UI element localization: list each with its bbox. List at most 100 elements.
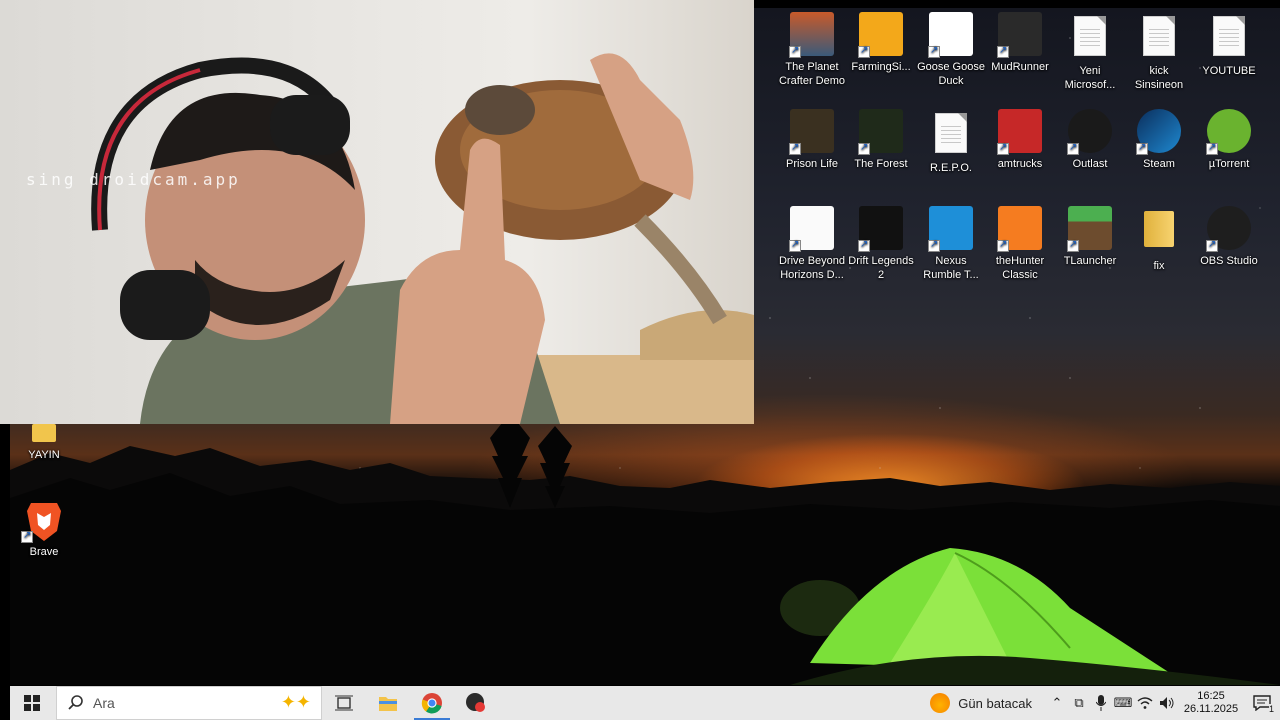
meet-now-icon[interactable]: ⧉ [1068, 686, 1090, 720]
desktop-icon-label: fix [1153, 260, 1165, 272]
desktop-icon-steam[interactable]: Steam [1125, 109, 1193, 171]
desktop-icon-label: Goose Goose Duck [917, 61, 985, 87]
desktop-icon-label: FarmingSi... [851, 61, 911, 73]
desktop-icon-drive-beyond-horizons-d[interactable]: Drive Beyond Horizons D... [778, 206, 846, 282]
folder-icon [1136, 211, 1182, 257]
chrome-button[interactable] [410, 686, 454, 720]
desktop-icon-µtorrent[interactable]: µTorrent [1195, 109, 1263, 171]
desktop-icon-label: Yeni Microsof... [1064, 65, 1116, 91]
shortcut-arrow-icon [1206, 238, 1218, 252]
document-icon [1067, 16, 1113, 62]
file-explorer-icon [379, 697, 397, 711]
truck-icon [997, 109, 1043, 155]
sunset-weather-icon [930, 693, 951, 713]
notification-count-badge: 1 [1268, 704, 1274, 714]
desktop-icon-yeni-microsof[interactable]: Yeni Microsof... [1056, 12, 1124, 92]
folder-icon [21, 424, 67, 446]
shortcut-arrow-icon [789, 141, 801, 155]
shortcut-arrow-icon [21, 529, 33, 543]
desktop-icon-label: µTorrent [1208, 158, 1250, 170]
tlauncher-icon [1067, 206, 1113, 252]
clock-date: 26.11.2025 [1183, 703, 1239, 715]
task-view-icon [335, 695, 353, 711]
windows-logo-icon [24, 695, 40, 711]
shortcut-arrow-icon [858, 44, 870, 58]
desktop-icon-mudrunner[interactable]: MudRunner [986, 12, 1054, 74]
start-button[interactable] [10, 686, 54, 720]
desktop-icon-label: Nexus Rumble T... [923, 255, 979, 281]
desktop-icon-label: The Forest [854, 158, 908, 170]
document-icon [928, 113, 974, 159]
desktop-icon-r-e-p-o[interactable]: R.E.P.O. [917, 109, 985, 175]
system-tray: Gün batacak ⌃ ⧉ ⌨ 16:25 26.11.2025 1 [930, 686, 1280, 720]
desktop-icon-label: Drive Beyond Horizons D... [778, 255, 846, 281]
search-placeholder: Ara [93, 695, 115, 711]
desktop-icon-tlauncher[interactable]: TLauncher [1056, 206, 1124, 268]
desktop-icon-label: theHunter Classic [995, 255, 1045, 281]
file-explorer-button[interactable] [366, 686, 410, 720]
shortcut-arrow-icon [997, 44, 1009, 58]
task-view-button[interactable] [322, 686, 366, 720]
desktop-icon-label: Drift Legends 2 [848, 255, 914, 281]
desktop-icon-nexus-rumble-t[interactable]: Nexus Rumble T... [917, 206, 985, 282]
document-icon [1136, 16, 1182, 62]
outlast-icon [1067, 109, 1113, 155]
desktop-icon-prison-life[interactable]: Prison Life [778, 109, 846, 171]
input-method-icon[interactable]: ⌨ [1112, 686, 1134, 720]
brave-icon [21, 497, 67, 543]
desktop-icon-the-forest[interactable]: The Forest [847, 109, 915, 171]
shortcut-arrow-icon [928, 44, 940, 58]
droidcam-watermark: sing droidcam.app [26, 170, 241, 189]
desktop-icon-outlast[interactable]: Outlast [1056, 109, 1124, 171]
microphone-icon[interactable] [1090, 686, 1112, 720]
desktop-icon-label: MudRunner [991, 61, 1049, 73]
weather-widget[interactable]: Gün batacak [930, 693, 1032, 713]
chevron-up-icon[interactable]: ⌃ [1046, 686, 1068, 720]
planet-crafter-icon [789, 12, 835, 58]
desktop-icon-the-planet-crafter-demo[interactable]: The Planet Crafter Demo [778, 12, 846, 88]
taskbar: Ara ✦✦ Gün batacak ⌃ ⧉ ⌨ 16:25 26.11.202… [10, 686, 1280, 720]
desktop-icon-farmingsi[interactable]: FarmingSi... [847, 12, 915, 74]
wifi-icon[interactable] [1134, 686, 1156, 720]
desktop-icon-label: The Planet Crafter Demo [778, 61, 846, 87]
desktop-icon-amtrucks[interactable]: amtrucks [986, 109, 1054, 171]
shortcut-arrow-icon [1067, 238, 1079, 252]
notification-center-button[interactable]: 1 [1244, 686, 1280, 720]
desktop-icon-kick-sinsineon[interactable]: kick Sinsineon [1125, 12, 1193, 92]
shortcut-arrow-icon [1136, 141, 1148, 155]
drift-legends-icon [858, 206, 904, 252]
desktop-icon-label: Brave [29, 546, 59, 558]
utorrent-icon [1206, 109, 1252, 155]
the-forest-icon [858, 109, 904, 155]
desktop-icon-label: Prison Life [786, 158, 838, 170]
desktop-icon-fix[interactable]: fix [1125, 206, 1193, 273]
desktop-icon-goose-goose-duck[interactable]: Goose Goose Duck [917, 12, 985, 88]
desktop-icon-label: R.E.P.O. [930, 162, 972, 174]
desktop-icon-brave[interactable]: Brave [10, 497, 78, 559]
desktop-icon-label: YAYIN [28, 449, 60, 461]
goose-icon [928, 12, 974, 58]
desktop-icon-label: Outlast [1072, 158, 1108, 170]
desktop-icon-drift-legends-2[interactable]: Drift Legends 2 [847, 206, 915, 282]
taskbar-search-box[interactable]: Ara ✦✦ [56, 686, 322, 720]
desktop-icon-yayin[interactable]: YAYIN [10, 424, 78, 462]
desktop-icon-label: TLauncher [1063, 255, 1117, 267]
document-icon [1206, 16, 1252, 62]
recording-app-icon [466, 693, 485, 712]
shortcut-arrow-icon [1206, 141, 1218, 155]
mudrunner-truck-icon [997, 12, 1043, 58]
desktop-icon-thehunter-classic[interactable]: theHunter Classic [986, 206, 1054, 282]
shortcut-arrow-icon [1067, 141, 1079, 155]
recording-app-button[interactable] [454, 686, 498, 720]
taskbar-clock[interactable]: 16:25 26.11.2025 [1178, 690, 1244, 716]
prison-life-icon [789, 109, 835, 155]
volume-icon[interactable] [1156, 686, 1178, 720]
desktop-icon-obs-studio[interactable]: OBS Studio [1195, 206, 1263, 268]
shortcut-arrow-icon [858, 238, 870, 252]
shortcut-arrow-icon [997, 238, 1009, 252]
desktop-icon-label: kick Sinsineon [1134, 65, 1184, 91]
nexus-rumble-icon [928, 206, 974, 252]
desktop-icon-youtube[interactable]: YOUTUBE [1195, 12, 1263, 78]
search-highlights-sparkle-icon: ✦✦ [280, 692, 311, 712]
drive-beyond-horizons-icon [789, 206, 835, 252]
